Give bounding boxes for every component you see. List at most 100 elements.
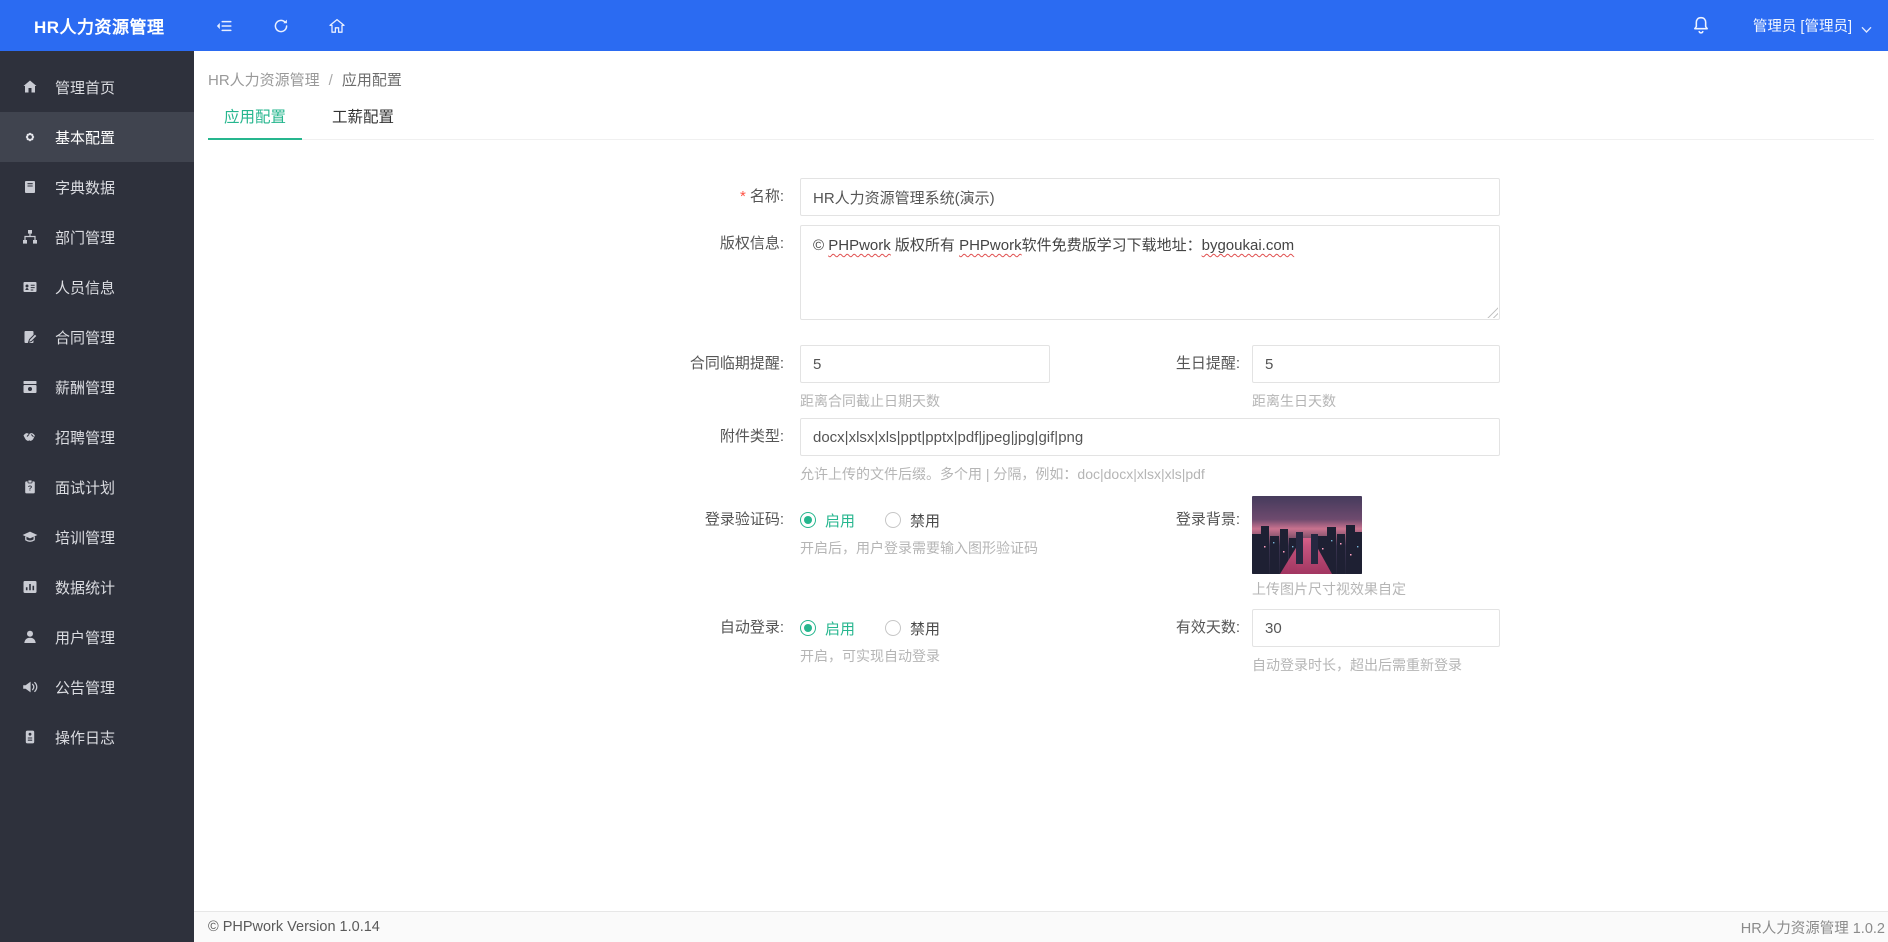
login-background-group: 上传图片尺寸视效果自定 — [1252, 496, 1406, 598]
contract-reminder-hint: 距离合同截止日期天数 — [800, 393, 940, 409]
home-icon — [22, 79, 38, 95]
sidebar-item-personnel[interactable]: 人员信息 — [0, 262, 194, 312]
login-background-hint: 上传图片尺寸视效果自定 — [1252, 581, 1406, 597]
login-captcha-label: 登录验证码: — [704, 511, 784, 528]
radio-circle-icon — [800, 512, 816, 528]
autologin-enable-radio[interactable]: 启用 — [800, 618, 855, 639]
sidebar-item-label: 合同管理 — [55, 329, 116, 347]
sidebar-item-label: 培训管理 — [55, 529, 116, 547]
top-header: HR人力资源管理 管理员 [管理员] — [0, 0, 1888, 51]
tab-bar: 应用配置 工薪配置 — [208, 107, 1874, 140]
name-field-row: * 名称: — [194, 178, 1888, 216]
autologin-field-row: 自动登录: 启用 禁用 开启，可实现自动登录 有效天数: 自动登录时长，超出后需… — [194, 609, 1888, 674]
graduation-cap-icon — [22, 529, 38, 545]
textarea-resize-handle[interactable] — [1487, 307, 1498, 318]
footer-version: © PHPwork Version 1.0.14 — [208, 919, 380, 935]
sidebar-item-label: 管理首页 — [55, 79, 116, 97]
sidebar-item-label: 部门管理 — [55, 229, 116, 247]
required-asterisk: * — [739, 188, 746, 205]
copyright-text-segment: © — [813, 237, 829, 254]
app-config-form: *名称: 版权信息: © PHPwork 版权所有 PHPwork软件免费版学习… — [194, 178, 1888, 911]
sidebar-item-home[interactable]: 管理首页 — [0, 62, 194, 112]
sidebar-item-basic-config[interactable]: 基本配置 — [0, 112, 194, 162]
refresh-icon[interactable] — [271, 16, 291, 36]
gear-icon — [22, 129, 38, 145]
sidebar-item-recruit[interactable]: 招聘管理 — [0, 412, 194, 462]
sidebar-item-dictionary[interactable]: 字典数据 — [0, 162, 194, 212]
autologin-disable-radio[interactable]: 禁用 — [885, 618, 940, 639]
birthday-reminder-hint: 距离生日天数 — [1252, 393, 1336, 409]
sidebar-item-label: 字典数据 — [55, 179, 116, 197]
valid-days-input[interactable] — [1252, 609, 1500, 647]
sidebar-item-announcement[interactable]: 公告管理 — [0, 662, 194, 712]
name-label: * 名称: — [739, 188, 784, 205]
sidebar-item-label: 薪酬管理 — [55, 379, 116, 397]
name-input[interactable] — [800, 178, 1500, 216]
sidebar-item-training[interactable]: 培训管理 — [0, 512, 194, 562]
radio-circle-icon — [885, 620, 902, 636]
home-icon[interactable] — [327, 16, 347, 36]
copyright-text-segment: bygoukai.com — [1201, 237, 1295, 254]
auto-login-label: 自动登录: — [719, 619, 784, 636]
copyright-text-segment: PHPwork — [959, 237, 1022, 254]
login-captcha-hint: 开启后，用户登录需要输入图形验证码 — [800, 540, 1038, 556]
login-background-image[interactable] — [1252, 496, 1362, 574]
copyright-text-segment: 软件免费版学习下载地址： — [1021, 237, 1202, 254]
sidebar-nav: 管理首页 基本配置 字典数据 部门管理 人员信息 合同管理 薪酬管理 招聘管理 … — [0, 51, 194, 942]
birthday-reminder-input[interactable] — [1252, 345, 1500, 383]
attachment-field-row: 附件类型: 允许上传的文件后缀。多个用 | 分隔，例如：doc|docx|xls… — [194, 418, 1888, 483]
captcha-enable-radio[interactable]: 启用 — [800, 510, 855, 531]
birthday-reminder-label: 生日提醒: — [1175, 355, 1240, 372]
bell-icon[interactable] — [1691, 15, 1711, 37]
auto-login-group: 启用 禁用 开启，可实现自动登录 — [800, 609, 1050, 665]
reminder-field-row: 合同临期提醒: 距离合同截止日期天数 生日提醒: 距离生日天数 — [194, 345, 1888, 410]
user-menu[interactable]: 管理员 [管理员] — [1753, 15, 1872, 36]
collapse-menu-icon[interactable] — [215, 16, 235, 36]
contract-reminder-group: 距离合同截止日期天数 — [800, 345, 1050, 410]
tab-salary-config[interactable]: 工薪配置 — [316, 107, 410, 139]
sidebar-item-contract[interactable]: 合同管理 — [0, 312, 194, 362]
app-title: HR人力资源管理 — [34, 18, 165, 37]
breadcrumb: HR人力资源管理 / 应用配置 — [208, 71, 1888, 90]
auto-login-hint: 开启，可实现自动登录 — [800, 648, 940, 664]
sidebar-item-label: 招聘管理 — [55, 429, 116, 447]
attachment-types-input[interactable] — [800, 418, 1500, 456]
sidebar-item-statistics[interactable]: 数据统计 — [0, 562, 194, 612]
breadcrumb-root[interactable]: HR人力资源管理 — [208, 72, 320, 89]
header-right-group: 管理员 [管理员] — [1691, 15, 1888, 37]
book-icon — [22, 179, 38, 195]
contract-reminder-input[interactable] — [800, 345, 1050, 383]
attachment-types-label: 附件类型: — [719, 428, 784, 445]
contract-reminder-label: 合同临期提醒: — [689, 355, 784, 372]
handshake-icon — [22, 429, 38, 445]
valid-days-label: 有效天数: — [1175, 619, 1240, 636]
sitemap-icon — [22, 229, 38, 245]
megaphone-icon — [22, 679, 38, 695]
money-icon — [22, 379, 38, 395]
footer-app-version: HR人力资源管理 1.0.2 — [1740, 920, 1885, 937]
idcard-icon — [22, 279, 38, 295]
captcha-disable-radio[interactable]: 禁用 — [885, 510, 940, 531]
sidebar-item-department[interactable]: 部门管理 — [0, 212, 194, 262]
copyright-textarea[interactable]: © PHPwork 版权所有 PHPwork软件免费版学习下载地址：bygouk… — [800, 225, 1500, 320]
login-background-label: 登录背景: — [1175, 511, 1240, 528]
sidebar-item-label: 公告管理 — [55, 679, 116, 697]
contract-pen-icon — [22, 329, 38, 345]
copyright-text-segment: PHPwork — [828, 237, 891, 254]
auto-login-radios: 启用 禁用 — [800, 618, 1050, 638]
radio-circle-icon — [800, 620, 816, 636]
sidebar-item-label: 用户管理 — [55, 629, 116, 647]
svg-text:?: ? — [28, 484, 33, 493]
sidebar-item-users[interactable]: 用户管理 — [0, 612, 194, 662]
sidebar-item-salary[interactable]: 薪酬管理 — [0, 362, 194, 412]
attachment-types-group: 允许上传的文件后缀。多个用 | 分隔，例如：doc|docx|xlsx|xls|… — [800, 418, 1500, 483]
sidebar-item-logs[interactable]: 操作日志 — [0, 712, 194, 762]
breadcrumb-current: 应用配置 — [341, 72, 402, 89]
breadcrumb-separator: / — [328, 72, 333, 89]
copyright-text-segment: 版权所有 — [890, 237, 960, 254]
sidebar-item-label: 基本配置 — [55, 129, 116, 147]
copyright-field-row: 版权信息: © PHPwork 版权所有 PHPwork软件免费版学习下载地址：… — [194, 225, 1888, 320]
sidebar-item-interview[interactable]: ? 面试计划 — [0, 462, 194, 512]
tab-app-config[interactable]: 应用配置 — [208, 107, 303, 140]
captcha-field-row: 登录验证码: 启用 禁用 开启后，用户登录需要输入图形验证码 登录背景: 上传图… — [194, 496, 1888, 598]
